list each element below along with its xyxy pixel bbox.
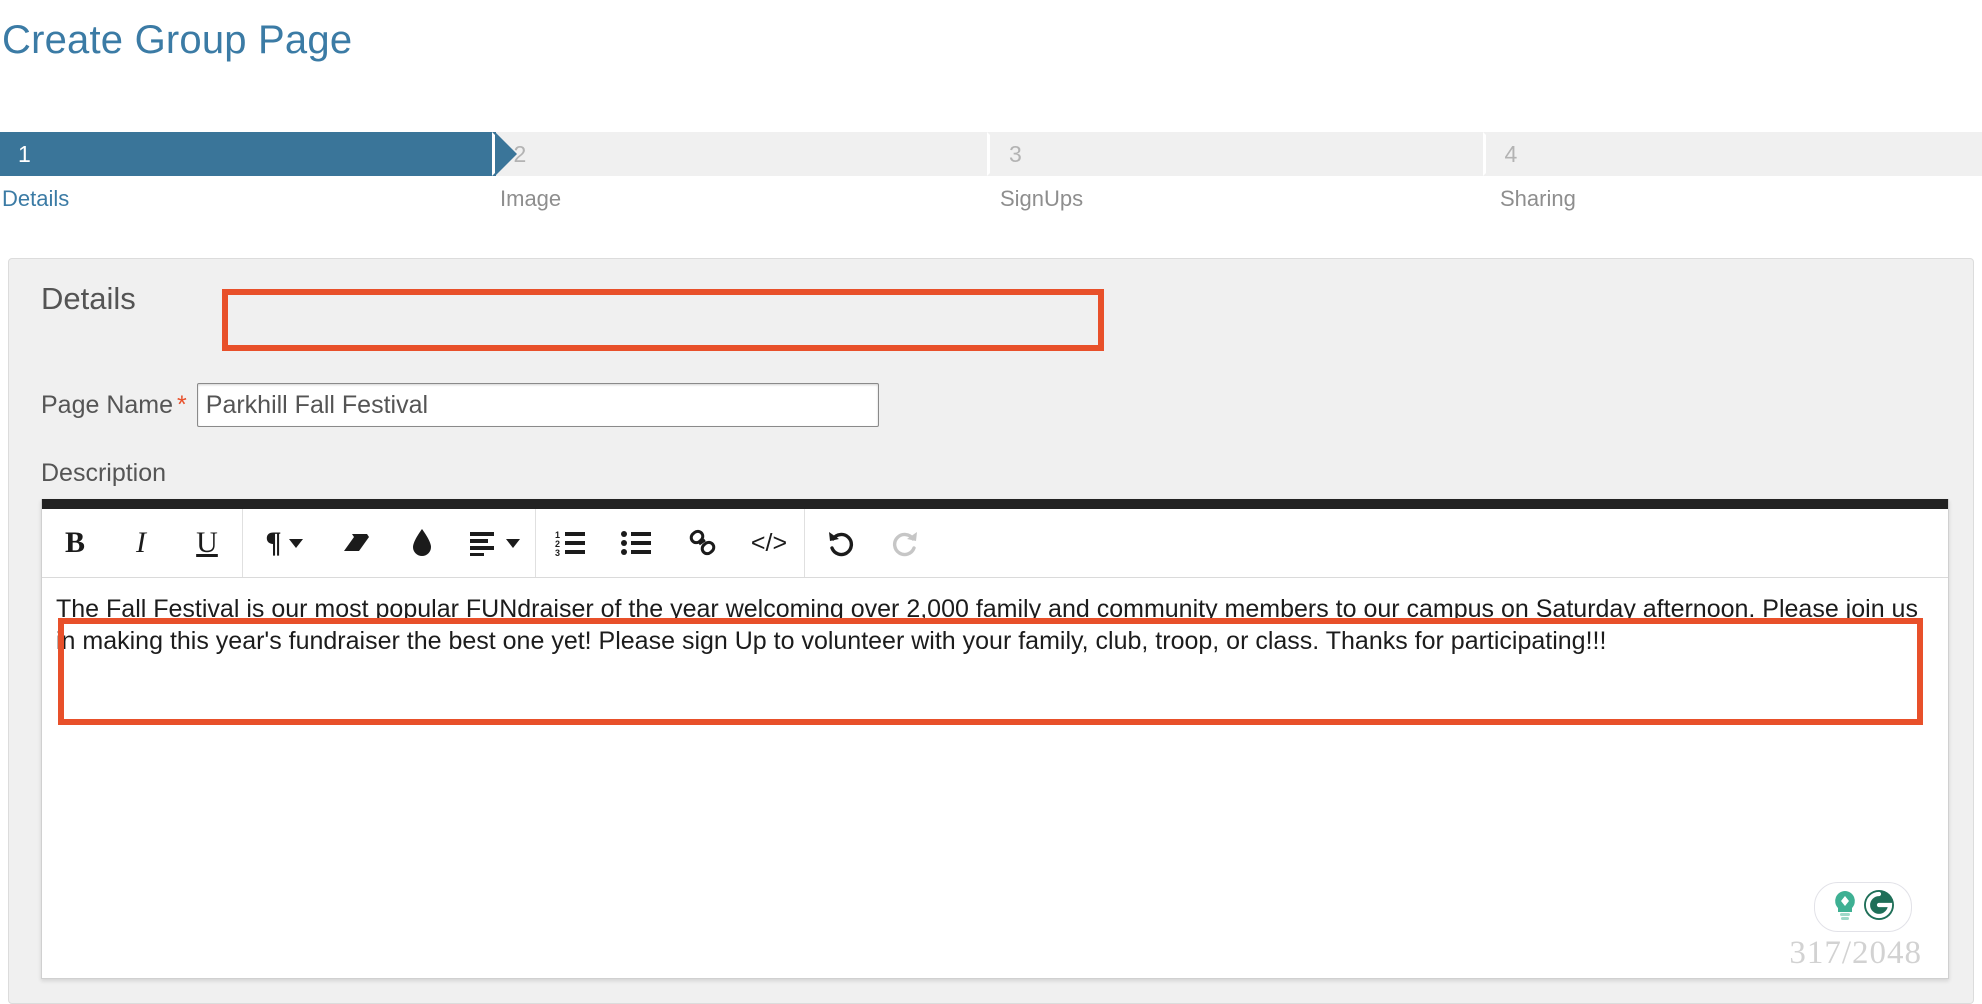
underline-icon: U (196, 526, 218, 559)
bullet-list-icon (621, 530, 653, 556)
chain-link-icon (688, 529, 718, 557)
align-button[interactable] (455, 519, 533, 567)
grammarly-g-icon (1862, 888, 1896, 927)
editor-toolbar: B I U ¶ 1 2 3 </> (42, 509, 1948, 578)
bold-icon: B (64, 526, 85, 559)
chevron-down-icon (505, 538, 520, 548)
grammarly-lightbulb-icon (1830, 889, 1860, 926)
page-title: Create Group Page (2, 18, 353, 62)
bold-button[interactable]: B (42, 519, 108, 567)
toolbar-divider (242, 509, 243, 577)
wizard-step-4[interactable]: 4 (1486, 132, 1982, 176)
chevron-down-icon (288, 538, 303, 548)
wizard-step-3[interactable]: 3 (991, 132, 1508, 176)
wizard-step-label-details[interactable]: Details (0, 186, 484, 218)
wizard-step-4-number: 4 (1504, 140, 1518, 167)
insert-link-button[interactable] (670, 519, 736, 567)
wizard-step-labels: Details Image SignUps Sharing (0, 186, 1982, 218)
wizard-step-1[interactable]: 1 (0, 132, 517, 176)
wizard-step-label-sharing[interactable]: Sharing (1482, 186, 1982, 218)
toolbar-divider (804, 509, 805, 577)
page-name-input[interactable] (196, 383, 879, 427)
wizard-steps: 1 2 3 4 Details Image SignUps Sharing (0, 132, 1982, 211)
italic-button[interactable]: I (108, 519, 174, 567)
page-name-label: Page Name (41, 390, 174, 419)
redo-icon (891, 529, 921, 557)
align-left-icon (469, 530, 499, 556)
code-view-button[interactable]: </> (736, 519, 802, 567)
toolbar-group-lists: 1 2 3 </> (538, 509, 802, 577)
text-color-button[interactable] (389, 519, 455, 567)
svg-text:3: 3 (555, 548, 560, 556)
grammarly-badge[interactable] (1814, 882, 1912, 932)
description-text-area[interactable]: The Fall Festival is our most popular FU… (42, 578, 1948, 958)
undo-icon (825, 529, 855, 557)
ordered-list-icon: 1 2 3 (555, 530, 587, 556)
code-icon: </> (750, 528, 788, 557)
eraser-icon (341, 530, 371, 556)
wizard-step-label-signups[interactable]: SignUps (982, 186, 1482, 218)
italic-icon: I (136, 526, 146, 559)
toolbar-group-style: ¶ (245, 509, 533, 577)
editor-top-bar (42, 499, 1948, 509)
wizard-step-3-number: 3 (1009, 140, 1022, 167)
required-asterisk: * (177, 390, 187, 419)
wizard-step-label-image[interactable]: Image (484, 186, 982, 218)
clear-formatting-button[interactable] (323, 519, 389, 567)
droplet-icon (411, 528, 433, 558)
details-panel: Details Page Name * Description B I U (8, 258, 1974, 1004)
toolbar-group-history (807, 509, 939, 577)
toolbar-divider (535, 509, 536, 577)
wizard-step-2[interactable]: 2 (495, 132, 1012, 176)
toolbar-group-format: B I U (42, 509, 240, 577)
redo-button[interactable] (873, 519, 939, 567)
details-heading: Details (41, 281, 136, 316)
underline-button[interactable]: U (174, 519, 240, 567)
wizard-step-1-number: 1 (18, 140, 31, 167)
paragraph-icon: ¶ (265, 526, 282, 559)
unordered-list-button[interactable] (604, 519, 670, 567)
paragraph-style-button[interactable]: ¶ (245, 519, 323, 567)
description-label: Description (41, 459, 167, 487)
undo-button[interactable] (807, 519, 873, 567)
wizard-step-2-number: 2 (513, 140, 527, 167)
ordered-list-button[interactable]: 1 2 3 (538, 519, 604, 567)
page-name-row: Page Name * (41, 383, 879, 427)
wizard-step-bar: 1 2 3 4 (0, 132, 1982, 176)
character-counter: 317/2048 (1789, 935, 1922, 971)
description-editor: B I U ¶ 1 2 3 </> The Fall Festival is o… (41, 499, 1949, 979)
